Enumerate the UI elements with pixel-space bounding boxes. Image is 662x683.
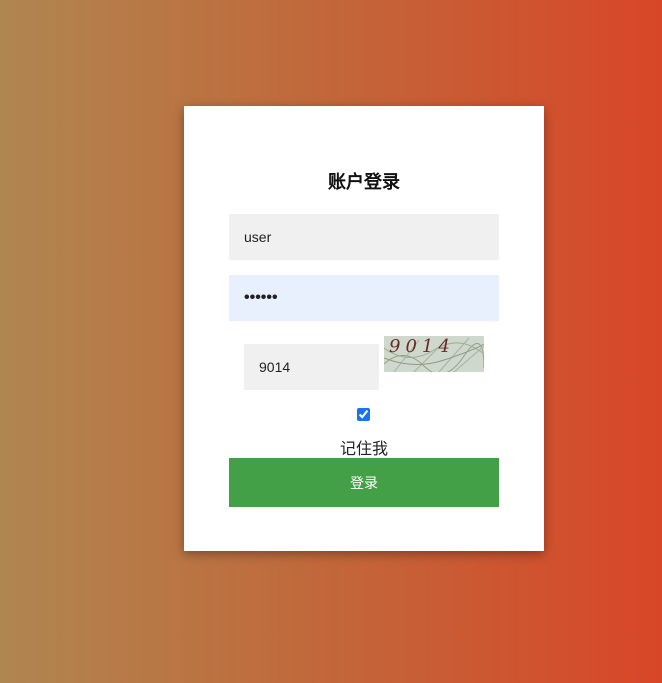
username-input[interactable] (229, 214, 499, 260)
login-button[interactable]: 登录 (229, 458, 499, 507)
captcha-image-text: 9014 (389, 336, 455, 357)
remember-me-label: 记住我 (339, 439, 388, 458)
password-input[interactable]: •••••• (229, 275, 499, 321)
remember-me-checkbox[interactable] (357, 408, 370, 421)
login-card: 账户登录 •••••• 9014 记住我 登录 (184, 106, 544, 551)
captcha-image[interactable]: 9014 (384, 336, 484, 372)
captcha-input[interactable] (244, 344, 379, 390)
page-title: 账户登录 (328, 172, 400, 193)
